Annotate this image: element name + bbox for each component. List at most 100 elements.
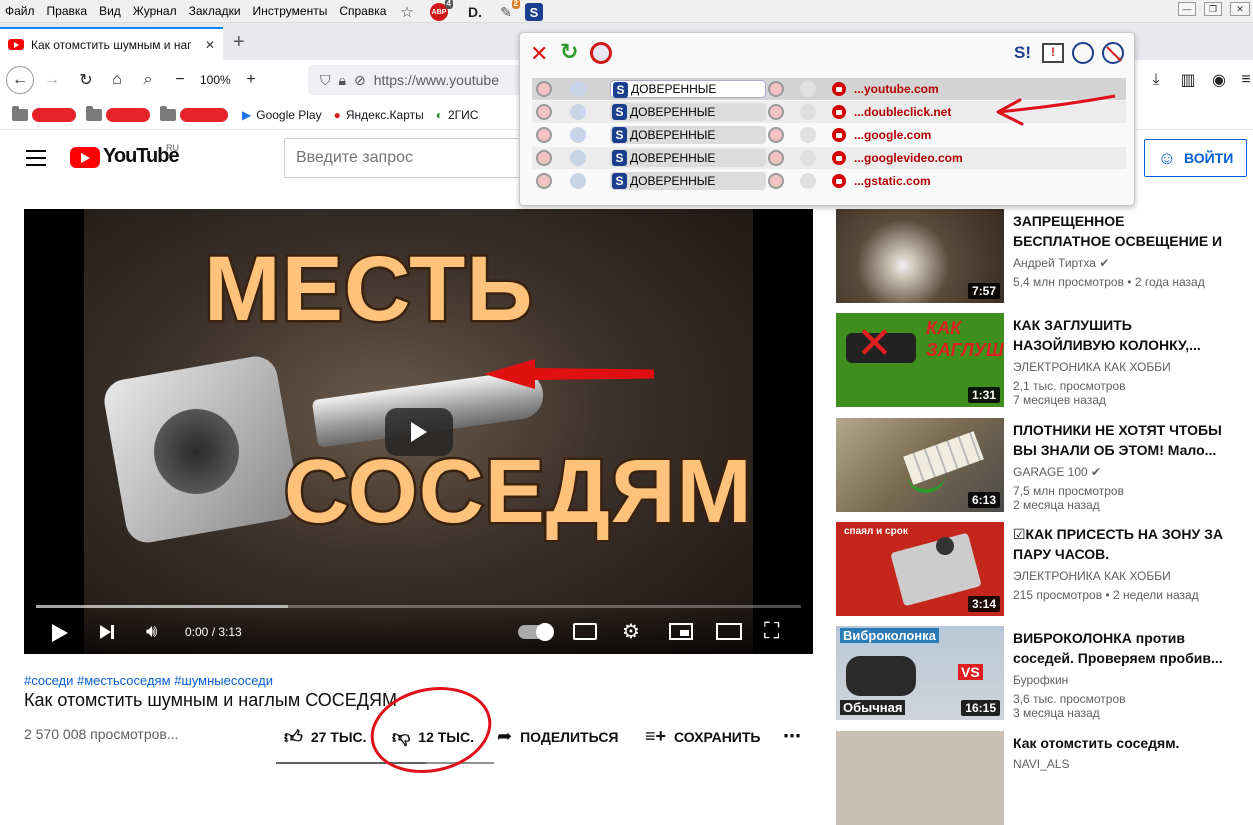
related-video[interactable]: 6:13 ПЛОТНИКИ НЕ ХОТЯТ ЧТОБЫ ВЫ ЗНАЛИ ОБ… <box>836 418 1236 512</box>
library-icon[interactable]: ▥ <box>1174 66 1202 94</box>
play-icon[interactable] <box>52 624 68 642</box>
forward-icon[interactable]: → <box>38 66 66 94</box>
refresh-icon[interactable]: ↻ <box>560 39 578 65</box>
block-icon[interactable] <box>768 150 784 166</box>
related-thumbnail[interactable]: 7:57 <box>836 209 1004 303</box>
account-icon[interactable]: ◉ <box>1205 66 1233 94</box>
script-settings-icon[interactable] <box>570 81 586 97</box>
trust-dropdown[interactable]: S ДОВЕРЕННЫЕ <box>610 126 766 144</box>
menu-view[interactable]: Вид <box>93 4 127 18</box>
menu-icon[interactable]: ≡ <box>1232 66 1253 94</box>
trust-dropdown[interactable]: S ДОВЕРЕННЫЕ <box>610 149 766 167</box>
block-script-icon[interactable] <box>536 150 552 166</box>
block-script-icon[interactable] <box>536 127 552 143</box>
related-channel[interactable]: ЭЛЕКТРОНИКА КАК ХОББИ <box>1013 360 1171 374</box>
zoom-in-button[interactable]: + <box>237 66 265 94</box>
block-script-icon[interactable] <box>536 104 552 120</box>
hamburger-menu-icon[interactable] <box>26 150 46 166</box>
more-actions-icon[interactable]: ⋯ <box>783 726 801 747</box>
block-icon[interactable] <box>768 104 784 120</box>
block-icon[interactable] <box>768 81 784 97</box>
clock-icon[interactable] <box>1072 42 1094 64</box>
permissions-icon[interactable]: ⊘ <box>354 72 366 89</box>
related-thumbnail[interactable]: ✕ КАК ЗАГЛУШИТЬ 1:31 <box>836 313 1004 407</box>
lock-icon[interactable]: 🔒︎ <box>339 72 346 89</box>
related-title[interactable]: ЗАПРЕЩЕННОЕ БЕСПЛАТНОЕ ОСВЕЩЕНИЕ И ОТОПЛ… <box>1013 211 1223 251</box>
related-channel[interactable]: Бурофкин <box>1013 673 1068 687</box>
security-s-extension-icon[interactable]: S <box>525 3 543 21</box>
block-script-icon[interactable] <box>536 81 552 97</box>
s-settings-icon[interactable]: S! <box>1014 43 1031 63</box>
search-pattern-icon[interactable] <box>800 127 816 143</box>
redacted-bookmark[interactable] <box>32 107 76 122</box>
miniplayer-icon[interactable] <box>669 623 693 640</box>
restore-button[interactable]: ❐ <box>1204 2 1222 16</box>
d-extension-icon[interactable]: D. <box>466 3 484 21</box>
related-thumbnail[interactable]: 6:13 <box>836 418 1004 512</box>
reload-icon[interactable]: ↻ <box>72 66 100 94</box>
related-title[interactable]: ВИБРОКОЛОНКА против соседей. Проверяем п… <box>1013 628 1223 668</box>
settings-gear-icon[interactable]: ⚙ <box>622 619 640 644</box>
autoplay-toggle[interactable] <box>518 623 554 641</box>
search-pattern-icon[interactable] <box>800 104 816 120</box>
shield-icon[interactable]: ⛉ <box>320 72 331 89</box>
bookmark-google-play[interactable]: ▶ Google Play <box>242 108 322 122</box>
related-channel[interactable]: NAVI_ALS <box>1013 757 1069 771</box>
home-icon[interactable]: ⌂ <box>103 66 131 94</box>
related-thumbnail[interactable]: спаял и срок 3:14 <box>836 522 1004 616</box>
related-video[interactable]: Как отомстить соседям. NAVI_ALS <box>836 731 1236 825</box>
related-channel[interactable]: Андрей Тиртха ✔ <box>1013 256 1109 270</box>
menu-file[interactable]: Файл <box>0 4 41 18</box>
block-close-icon[interactable]: ✕ <box>530 41 548 67</box>
trust-dropdown[interactable]: S ДОВЕРЕННЫЕ <box>610 103 766 121</box>
tab-close-icon[interactable]: ✕ <box>205 38 215 52</box>
share-button[interactable]: ➦ ПОДЕЛИТЬСЯ <box>497 726 619 747</box>
close-window-button[interactable]: ✕ <box>1230 2 1250 16</box>
zoom-level[interactable]: 100% <box>200 73 231 87</box>
big-play-button[interactable] <box>385 408 453 456</box>
menu-help[interactable]: Справка <box>333 4 392 18</box>
menu-history[interactable]: Журнал <box>127 4 183 18</box>
related-title[interactable]: ☑КАК ПРИСЕСТЬ НА ЗОНУ ЗА ПАРУ ЧАСОВ. <box>1013 524 1223 564</box>
related-title[interactable]: КАК ЗАГЛУШИТЬ НАЗОЙЛИВУЮ КОЛОНКУ,... <box>1013 315 1223 355</box>
search-pattern-icon[interactable] <box>800 173 816 189</box>
adblock-plus-icon[interactable]: ABP 4 <box>430 0 453 21</box>
extension-icon[interactable]: ✎ 2 <box>497 0 520 21</box>
block-script-icon[interactable] <box>536 173 552 189</box>
related-video[interactable]: ✕ КАК ЗАГЛУШИТЬ 1:31 КАК ЗАГЛУШИТЬ НАЗОЙ… <box>836 313 1236 407</box>
search-pattern-icon[interactable] <box>800 81 816 97</box>
volume-icon[interactable]: 🔊︎ <box>146 621 157 642</box>
video-hashtags[interactable]: #соседи #местьсоседям #шумныесоседи <box>24 673 273 688</box>
progress-track[interactable] <box>36 605 801 608</box>
redacted-bookmark[interactable] <box>180 107 228 122</box>
related-video[interactable]: спаял и срок 3:14 ☑КАК ПРИСЕСТЬ НА ЗОНУ … <box>836 522 1236 616</box>
like-button[interactable]: 👍︎ 27 ТЫС. <box>284 726 367 748</box>
tab-active[interactable]: Как отомстить шумным и наг ✕ <box>0 27 223 60</box>
related-thumbnail[interactable]: Виброколонка VS Обычная 16:15 <box>836 626 1004 720</box>
video-player[interactable]: МЕСТЬ СОСЕДЯМ 🔊︎ 0:00 / 3:13 ⚙ ⛶ <box>24 209 813 654</box>
save-button[interactable]: ≡+ СОХРАНИТЬ <box>645 726 760 747</box>
related-video[interactable]: Виброколонка VS Обычная 16:15 ВИБРОКОЛОН… <box>836 626 1236 720</box>
script-settings-icon[interactable] <box>570 104 586 120</box>
alert-flag-icon[interactable]: ! <box>1042 43 1064 63</box>
bookmark-yandex-maps[interactable]: ● Яндекс.Карты <box>334 108 424 122</box>
bookmark-2gis[interactable]: ◐ 2ГИС <box>436 108 479 122</box>
folder-icon[interactable] <box>12 105 28 121</box>
search-input[interactable]: Введите запрос <box>284 138 546 178</box>
theater-mode-icon[interactable] <box>716 623 742 640</box>
related-video[interactable]: 7:57 ЗАПРЕЩЕННОЕ БЕСПЛАТНОЕ ОСВЕЩЕНИЕ И … <box>836 209 1236 303</box>
menu-bookmarks[interactable]: Закладки <box>183 4 247 18</box>
back-icon[interactable]: ← <box>6 66 34 94</box>
folder-icon[interactable] <box>86 105 102 121</box>
script-settings-icon[interactable] <box>570 127 586 143</box>
signin-button[interactable]: ☺ ВОЙТИ <box>1144 139 1247 177</box>
minimize-button[interactable]: — <box>1178 2 1196 16</box>
forbidden-globe-icon[interactable] <box>590 42 612 64</box>
redacted-bookmark[interactable] <box>106 107 150 122</box>
star-icon[interactable]: ☆ <box>398 3 416 21</box>
related-title[interactable]: ПЛОТНИКИ НЕ ХОТЯТ ЧТОБЫ ВЫ ЗНАЛИ ОБ ЭТОМ… <box>1013 420 1223 460</box>
trust-dropdown[interactable]: S ДОВЕРЕННЫЕ <box>610 80 766 98</box>
script-settings-icon[interactable] <box>570 173 586 189</box>
related-channel[interactable]: GARAGE 100 ✔ <box>1013 465 1101 479</box>
clock-blocked-icon[interactable] <box>1102 42 1124 64</box>
